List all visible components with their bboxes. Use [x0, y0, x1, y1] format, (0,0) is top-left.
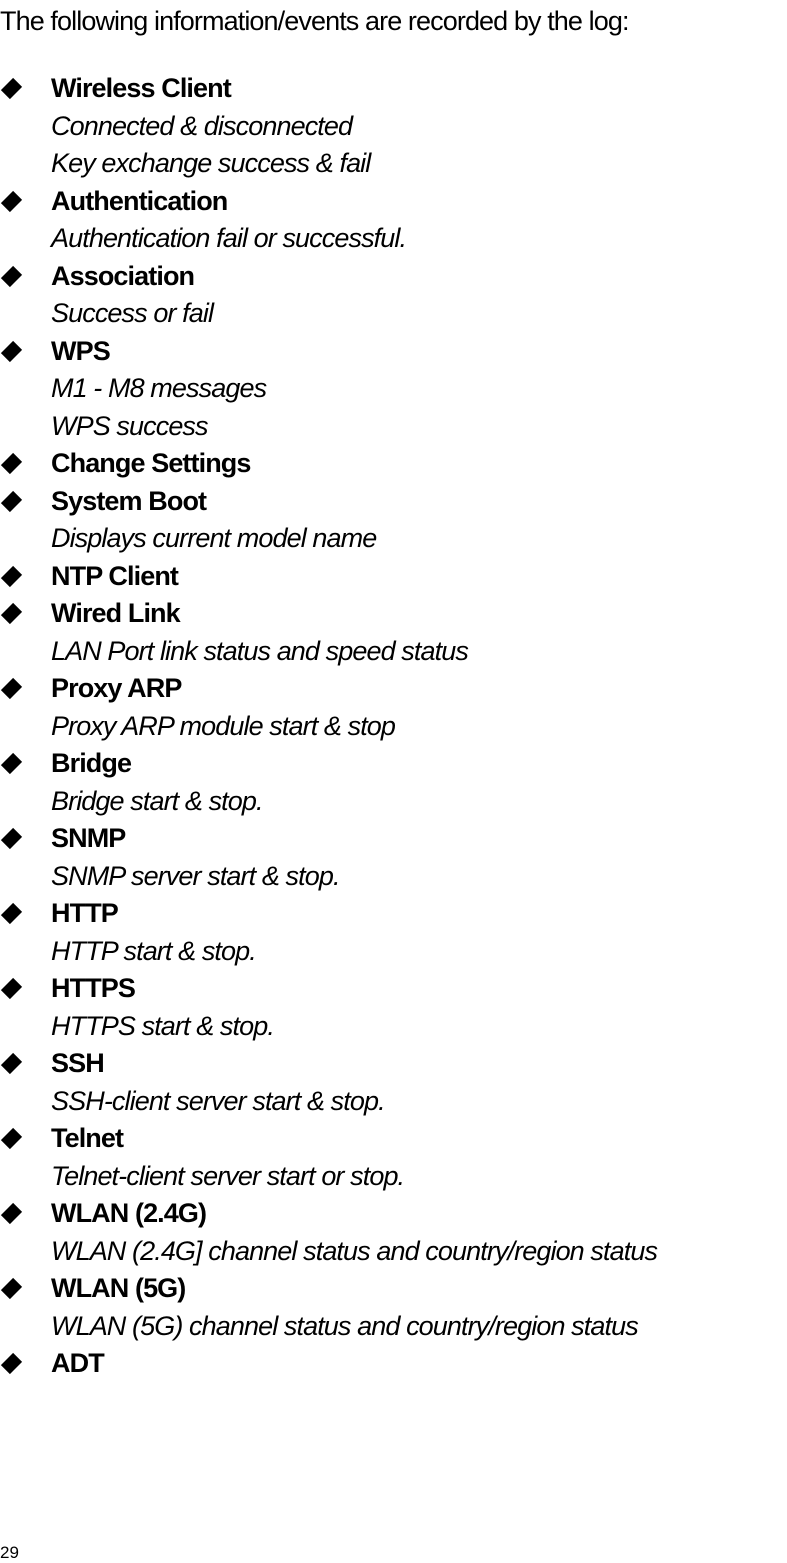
diamond-bullet-icon: [0, 977, 23, 1000]
log-event-title: Authentication: [51, 185, 228, 216]
log-event-item: Telnet Telnet-client server start or stop…: [0, 1120, 657, 1195]
log-event-heading: NTP Client: [0, 558, 657, 596]
log-event-heading: Association: [0, 258, 657, 296]
log-event-heading: WLAN (5G): [0, 1270, 657, 1308]
log-event-item: NTP Client: [0, 558, 657, 596]
log-event-description: SSH-client server start & stop.: [51, 1085, 386, 1116]
log-event-heading: WLAN (2.4G): [0, 1195, 657, 1233]
diamond-bullet-icon: [0, 827, 23, 850]
log-event-description: Connected & disconnected: [51, 110, 353, 141]
log-event-list: Wireless Client Connected & disconnected K…: [0, 70, 658, 1383]
log-event-item: Change Settings: [0, 445, 657, 483]
log-event-description: WPS success: [51, 410, 209, 441]
log-event-title: Association: [51, 260, 195, 291]
diamond-bullet-icon: [0, 902, 23, 925]
log-event-description: Proxy ARP module start & stop: [51, 710, 396, 741]
log-event-item: WLAN (2.4G) WLAN (2.4G] channel status an…: [0, 1195, 658, 1270]
diamond-bullet-icon: [0, 77, 23, 100]
log-event-heading: ADT: [0, 1345, 657, 1383]
log-event-item: HTTP HTTP start & stop.: [0, 895, 657, 970]
diamond-bullet-icon: [0, 490, 23, 512]
log-event-title: Wired Link: [51, 598, 181, 628]
log-event-item: Proxy ARP Proxy ARP module start & stop: [0, 670, 657, 745]
log-event-title: HTTP: [51, 898, 119, 928]
diamond-bullet-icon: [0, 452, 23, 475]
diamond-bullet-icon: [0, 340, 23, 362]
diamond-bullet-icon: [0, 1277, 23, 1300]
log-event-item: Wireless Client Connected & disconnected K…: [0, 70, 657, 183]
diamond-bullet-icon: [0, 1052, 23, 1075]
diamond-bullet-icon: [0, 1352, 23, 1375]
log-event-item: Association Success or fail: [0, 258, 657, 333]
log-event-heading: Telnet: [0, 1120, 657, 1158]
log-event-item: System Boot Displays current model name: [0, 483, 657, 558]
log-event-title: Wireless Client: [51, 73, 232, 103]
log-event-title: Change Settings: [51, 448, 251, 478]
log-event-title: Bridge: [51, 748, 132, 778]
log-event-title: NTP Client: [51, 560, 179, 591]
log-event-title: WLAN (5G): [51, 1273, 186, 1303]
log-event-item: WPS M1 - M8 messages WPS success: [0, 333, 657, 446]
diamond-bullet-icon: [0, 190, 23, 212]
log-event-description: LAN Port link status and speed status: [51, 635, 469, 666]
log-event-title: SSH: [51, 1048, 105, 1078]
log-event-heading: SNMP: [0, 820, 657, 858]
diamond-bullet-icon: [0, 752, 23, 775]
log-event-description: WLAN (5G) channel status and country/reg…: [51, 1310, 639, 1341]
log-event-title: SNMP: [51, 823, 126, 853]
diamond-bullet-icon: [0, 602, 23, 625]
log-event-description: M1 - M8 messages: [51, 373, 267, 403]
log-event-description: Key exchange success & fail: [51, 148, 371, 178]
log-event-description: HTTPS start & stop.: [51, 1010, 275, 1041]
intro-text: The following information/events are rec…: [0, 6, 629, 36]
log-event-title: Proxy ARP: [51, 673, 182, 703]
log-event-item: WLAN (5G) WLAN (5G) channel status and co…: [0, 1270, 657, 1345]
log-event-heading: WPS: [0, 333, 657, 371]
log-event-description: Displays current model name: [51, 523, 377, 553]
diamond-bullet-icon: [0, 565, 23, 587]
diamond-bullet-icon: [0, 677, 23, 700]
diamond-bullet-icon: [0, 1202, 23, 1225]
log-event-item: Wired Link LAN Port link status and speed…: [0, 595, 657, 670]
log-event-description: Bridge start & stop.: [51, 785, 264, 816]
log-event-heading: Change Settings: [0, 445, 657, 483]
log-event-item: Bridge Bridge start & stop.: [0, 745, 657, 820]
log-event-description: WLAN (2.4G] channel status and country/r…: [51, 1235, 658, 1266]
log-event-title: Telnet: [51, 1123, 124, 1153]
log-event-heading: Bridge: [0, 745, 657, 783]
log-event-description: HTTP start & stop.: [51, 935, 257, 966]
log-event-item: Authentication Authentication fail or suc…: [0, 183, 657, 258]
log-event-heading: HTTPS: [0, 970, 657, 1008]
log-event-item: SNMP SNMP server start & stop.: [0, 820, 657, 895]
log-event-title: System Boot: [51, 485, 207, 516]
log-event-item: ADT: [0, 1345, 657, 1383]
log-event-heading: Wireless Client: [0, 70, 657, 108]
log-event-heading: HTTP: [0, 895, 657, 933]
log-event-title: WPS: [51, 335, 111, 366]
log-event-description: Telnet-client server start or stop.: [51, 1160, 405, 1191]
log-event-heading: SSH: [0, 1045, 657, 1083]
log-event-heading: Wired Link: [0, 595, 657, 633]
log-event-title: WLAN (2.4G): [51, 1198, 207, 1228]
log-event-heading: Proxy ARP: [0, 670, 657, 708]
log-event-description: Authentication fail or successful.: [51, 223, 407, 253]
diamond-bullet-icon: [0, 1127, 23, 1150]
log-event-title: HTTPS: [51, 973, 136, 1003]
log-event-heading: Authentication: [0, 183, 657, 221]
page-number: 29: [0, 1543, 19, 1562]
log-event-description: Success or fail: [51, 298, 214, 328]
log-event-title: ADT: [51, 1348, 105, 1378]
log-event-heading: System Boot: [0, 483, 657, 521]
log-event-item: HTTPS HTTPS start & stop.: [0, 970, 657, 1045]
diamond-bullet-icon: [0, 265, 23, 287]
log-event-description: SNMP server start & stop.: [51, 860, 340, 891]
log-event-item: SSH SSH-client server start & stop.: [0, 1045, 657, 1120]
